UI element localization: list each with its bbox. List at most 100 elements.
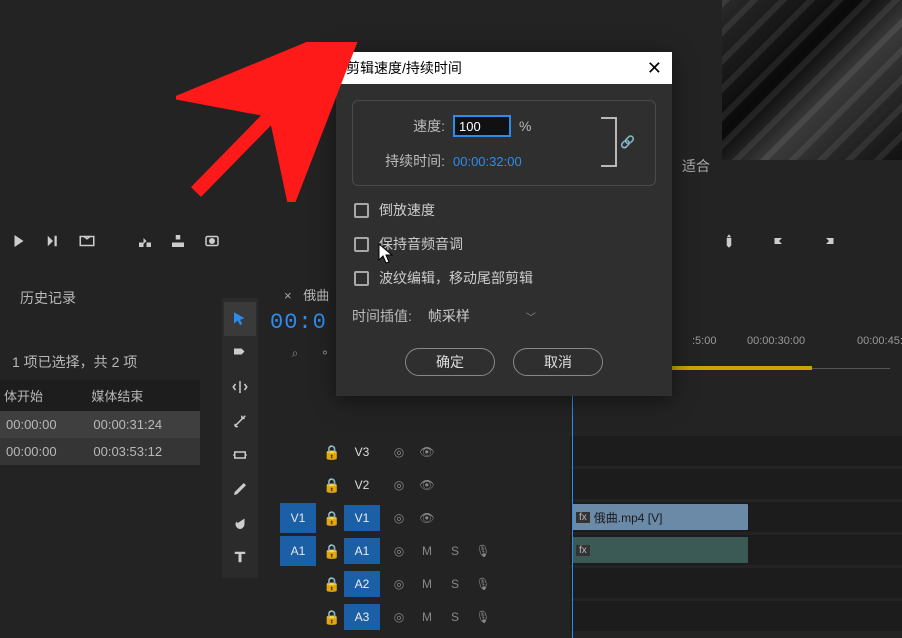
speed-input[interactable]: [453, 115, 511, 137]
audio-clip[interactable]: fx: [572, 537, 748, 563]
solo-toggle[interactable]: S: [446, 577, 464, 591]
timeline-header: 00:0: [270, 310, 327, 335]
pitch-checkbox[interactable]: [354, 237, 369, 252]
mute-toggle[interactable]: M: [418, 577, 436, 591]
mark-in-icon[interactable]: [770, 232, 800, 256]
cell-start: 00:00:00: [0, 438, 87, 465]
toggle-output-icon[interactable]: ◎: [390, 544, 408, 558]
video-clip[interactable]: fx 俄曲.mp4 [V]: [572, 504, 748, 530]
hand-tool-icon[interactable]: [224, 506, 256, 540]
lock-icon[interactable]: 🔒: [320, 543, 344, 560]
track-a3[interactable]: 🔒 A3 ◎ M S 🎙: [280, 601, 902, 633]
interp-value: 帧采样: [428, 306, 470, 326]
track-v3[interactable]: 🔒 V3 ◎ 👁: [280, 436, 902, 468]
history-title: 历史记录: [0, 282, 200, 314]
clip-name: 俄曲.mp4 [V]: [594, 509, 663, 526]
duration-label: 持续时间:: [371, 151, 445, 171]
track-a1[interactable]: A1 🔒 A1 ◎ M S 🎙 fx: [280, 535, 902, 567]
playback-controls: [10, 232, 233, 256]
lock-icon[interactable]: 🔒: [320, 477, 344, 494]
sequence-tab-label: 俄曲: [303, 288, 329, 303]
lock-icon[interactable]: 🔒: [320, 510, 344, 527]
pen-tool-icon[interactable]: [224, 472, 256, 506]
voice-icon[interactable]: 🎙: [474, 610, 492, 624]
speed-duration-group: 速度: % 持续时间: 00:00:32:00 🔗: [352, 100, 656, 186]
program-monitor-preview: [722, 0, 902, 160]
solo-toggle[interactable]: S: [446, 610, 464, 624]
toggle-output-icon[interactable]: ◎: [390, 577, 408, 591]
interp-dropdown[interactable]: 帧采样 ﹀: [422, 304, 542, 328]
export-frame-icon[interactable]: [203, 232, 233, 256]
playhead[interactable]: [572, 358, 573, 638]
lock-icon[interactable]: 🔒: [320, 576, 344, 593]
close-tab-icon[interactable]: ×: [284, 288, 300, 303]
current-timecode[interactable]: 00:0: [270, 310, 327, 335]
table-row[interactable]: 00:00:00 00:00:31:24: [0, 411, 200, 438]
chevron-down-icon: ﹀: [526, 309, 536, 324]
link-icon[interactable]: ⚬: [312, 346, 338, 360]
ok-button[interactable]: 确定: [405, 348, 495, 376]
eye-icon[interactable]: 👁: [418, 511, 436, 525]
track-label[interactable]: V2: [344, 472, 380, 498]
toggle-output-icon[interactable]: ◎: [390, 445, 408, 459]
track-select-tool-icon[interactable]: [224, 336, 256, 370]
lock-icon[interactable]: 🔒: [320, 609, 344, 626]
eye-icon[interactable]: 👁: [418, 445, 436, 459]
cell-start: 00:00:00: [0, 411, 87, 438]
table-row[interactable]: 00:00:00 00:03:53:12: [0, 438, 200, 465]
toggle-output-icon[interactable]: ◎: [390, 478, 408, 492]
close-icon[interactable]: ✕: [647, 58, 662, 79]
loop-icon[interactable]: [78, 232, 108, 256]
fx-badge: fx: [576, 512, 590, 523]
sequence-tab[interactable]: × 俄曲: [284, 285, 329, 304]
track-label[interactable]: V3: [344, 439, 380, 465]
track-a2[interactable]: 🔒 A2 ◎ M S 🎙: [280, 568, 902, 600]
source-patch-v1[interactable]: V1: [280, 503, 316, 533]
selection-info: 1 项已选择，共 2 项: [0, 344, 200, 380]
maintain-pitch-row[interactable]: 保持音频音调: [354, 234, 656, 254]
voice-icon[interactable]: 🎙: [474, 544, 492, 558]
mute-toggle[interactable]: M: [418, 610, 436, 624]
ripple-edit-row[interactable]: 波纹编辑，移动尾部剪辑: [354, 268, 656, 288]
ripple-checkbox[interactable]: [354, 271, 369, 286]
track-v1[interactable]: V1 🔒 V1 ◎ 👁 fx 俄曲.mp4 [V]: [280, 502, 902, 534]
speed-label: 速度:: [371, 116, 445, 136]
toggle-output-icon[interactable]: ◎: [390, 610, 408, 624]
lock-icon[interactable]: 🔒: [320, 444, 344, 461]
play-icon[interactable]: [10, 232, 40, 256]
ruler-tick: :5:00: [692, 335, 716, 347]
overwrite-icon[interactable]: [169, 232, 199, 256]
eye-icon[interactable]: 👁: [418, 478, 436, 492]
duration-value[interactable]: 00:00:32:00: [453, 154, 522, 169]
track-label[interactable]: A1: [344, 538, 380, 564]
source-patch-a1[interactable]: A1: [280, 536, 316, 566]
dialog-titlebar[interactable]: 剪辑速度/持续时间 ✕: [336, 52, 672, 84]
ripple-edit-tool-icon[interactable]: [224, 370, 256, 404]
link-chain-icon[interactable]: 🔗: [620, 135, 635, 149]
mark-out-icon[interactable]: [820, 232, 850, 256]
col-media-start[interactable]: 体开始: [0, 380, 87, 411]
insert-icon[interactable]: [136, 232, 166, 256]
voice-icon[interactable]: 🎙: [474, 577, 492, 591]
track-label[interactable]: V1: [344, 505, 380, 531]
step-forward-icon[interactable]: [44, 232, 74, 256]
track-label[interactable]: A2: [344, 571, 380, 597]
track-v2[interactable]: 🔒 V2 ◎ 👁: [280, 469, 902, 501]
add-marker-icon[interactable]: [720, 232, 750, 256]
mute-toggle[interactable]: M: [418, 544, 436, 558]
toggle-output-icon[interactable]: ◎: [390, 511, 408, 525]
track-label[interactable]: A3: [344, 604, 380, 630]
type-tool-icon[interactable]: [224, 540, 256, 574]
solo-toggle[interactable]: S: [446, 544, 464, 558]
zoom-fit-label[interactable]: 适合: [682, 156, 710, 176]
interp-label: 时间插值:: [352, 306, 412, 326]
slip-tool-icon[interactable]: [224, 438, 256, 472]
cancel-button[interactable]: 取消: [513, 348, 603, 376]
snap-icon[interactable]: ⌕: [282, 346, 308, 361]
selection-tool-icon[interactable]: [224, 302, 256, 336]
ruler-tick: 00:00:30:00: [747, 335, 805, 347]
col-media-end[interactable]: 媒体结束: [87, 380, 200, 411]
reverse-checkbox[interactable]: [354, 203, 369, 218]
reverse-speed-row[interactable]: 倒放速度: [354, 200, 656, 220]
razor-tool-icon[interactable]: [224, 404, 256, 438]
